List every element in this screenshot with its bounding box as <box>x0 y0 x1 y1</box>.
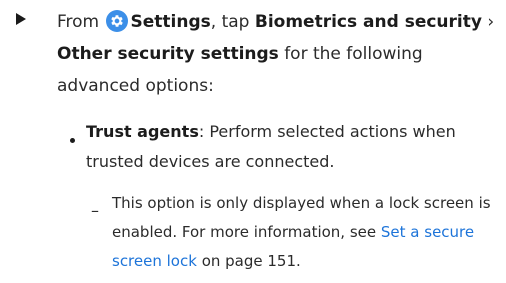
step-arrow-icon <box>16 13 26 25</box>
settings-label: Settings <box>130 12 211 32</box>
settings-gear-icon <box>105 10 128 32</box>
trust-agents-item: Trust agents: Perform selected actions w… <box>86 117 501 177</box>
sub-bullet-note: This option is only displayed when a loc… <box>112 189 504 276</box>
chevron-right-icon: › <box>481 12 495 32</box>
bullet-dot-icon <box>70 138 75 143</box>
tap-text: , tap <box>210 12 255 32</box>
sub-bullet-dash: – <box>91 201 99 220</box>
page: From Settings, tap Biometrics and securi… <box>0 0 506 283</box>
biometrics-label: Biometrics and security <box>254 12 482 32</box>
step-instruction: From Settings, tap Biometrics and securi… <box>57 6 497 102</box>
step-prefix: From <box>57 12 105 32</box>
note-text-after: on page 151. <box>196 252 301 270</box>
other-security-label: Other security settings <box>57 44 279 64</box>
trust-agents-term: Trust agents <box>86 122 199 141</box>
